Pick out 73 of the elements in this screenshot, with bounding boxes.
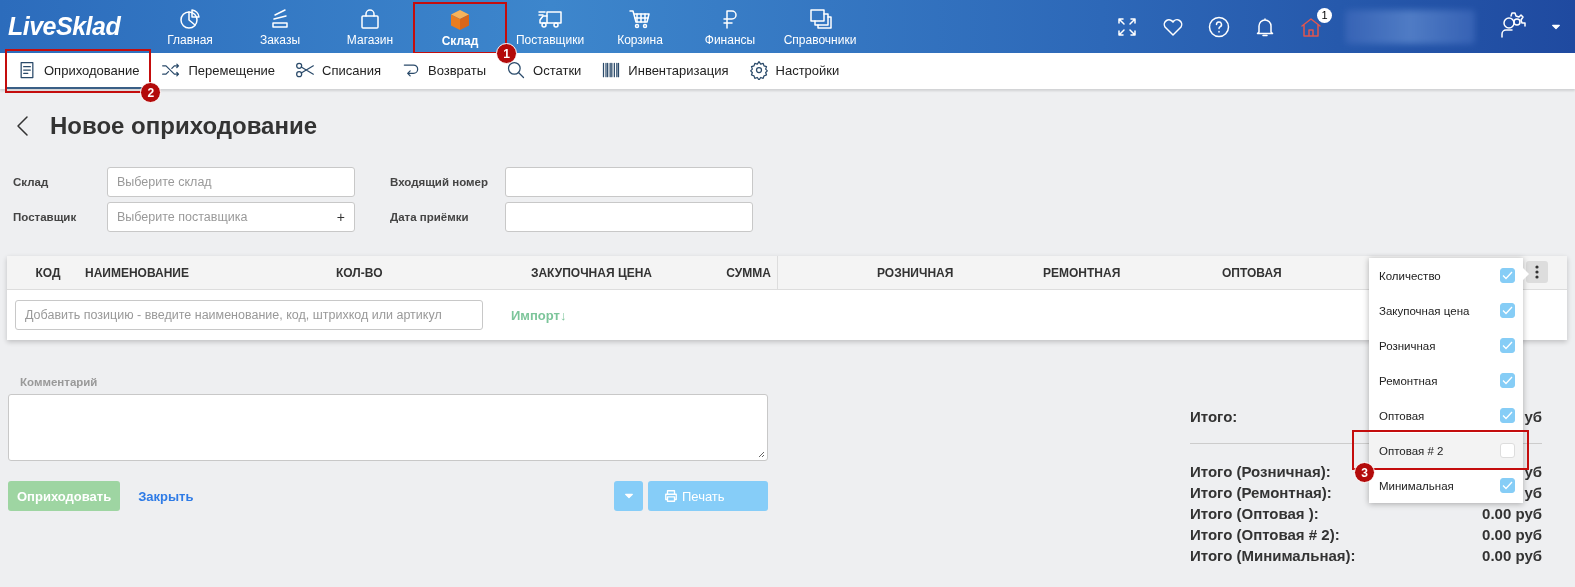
nav-tab[interactable]: Заказы: [235, 0, 325, 53]
total-value: 0.00 руб: [1482, 504, 1542, 524]
total-label: Итого:: [1190, 407, 1238, 427]
more-icon[interactable]: [1526, 261, 1548, 283]
subnav-tab[interactable]: Возвраты: [391, 53, 497, 89]
field-label: Склад: [13, 176, 50, 188]
search-icon: [506, 60, 527, 80]
menu-item[interactable]: Закупочная цена: [1369, 293, 1523, 328]
caret-icon: [623, 491, 634, 501]
subnav-tab[interactable]: Настройки: [738, 53, 850, 89]
close-link[interactable]: Закрыть: [132, 487, 200, 505]
checkbox[interactable]: [1500, 338, 1515, 353]
total-value: 0.00 руб: [1482, 546, 1542, 566]
column-header: НАИМЕНОВАНИЕ: [84, 264, 190, 282]
checkbox[interactable]: [1500, 443, 1515, 458]
nav-tab[interactable]: Главная: [145, 0, 235, 53]
nav-tab[interactable]: Финансы: [685, 0, 775, 53]
barcode-icon: [601, 60, 622, 80]
column-header: РЕМОНТНАЯ: [1043, 264, 1122, 282]
windows-icon: [808, 6, 832, 31]
step-badge: 2: [140, 82, 162, 103]
total-label: Итого (Минимальная):: [1190, 546, 1356, 566]
column-header: РОЗНИЧНАЯ: [876, 264, 955, 282]
column-header: КОЛ-ВО: [335, 264, 384, 282]
checkbox[interactable]: [1500, 303, 1515, 318]
checkbox[interactable]: [1500, 373, 1515, 388]
column-header: ЗАКУПОЧНАЯ ЦЕНА: [529, 264, 653, 282]
nav-tab[interactable]: Корзина: [595, 0, 685, 53]
total-label: Итого (Оптовая # 2):: [1190, 525, 1340, 545]
menu-item[interactable]: Количество: [1369, 258, 1523, 293]
menu-item[interactable]: Оптовая: [1369, 398, 1523, 433]
total-label: Итого (Оптовая ):: [1190, 504, 1319, 524]
comment-field[interactable]: [8, 394, 768, 461]
field-label: Комментарий: [19, 375, 99, 388]
page-title: Новое оприходование: [50, 112, 318, 140]
nav-tab[interactable]: Справочники: [775, 0, 865, 53]
input-field[interactable]: Выберите поставщика +: [107, 202, 355, 232]
dropdown-button[interactable]: [614, 481, 643, 511]
subnav-tab[interactable]: Списания: [285, 53, 391, 89]
menu-item[interactable]: Ремонтная: [1369, 363, 1523, 398]
total-label: Итого (Ремонтная):: [1190, 483, 1332, 503]
total-label: Итого (Розничная):: [1190, 462, 1331, 482]
checkbox[interactable]: [1500, 478, 1515, 493]
step-badge: 3: [1354, 462, 1375, 483]
logo[interactable]: LiveSklad: [0, 0, 145, 53]
checkbox[interactable]: [1500, 268, 1515, 283]
input-field[interactable]: [505, 167, 753, 197]
field-label: Входящий номер: [390, 176, 489, 188]
settings-icon: [748, 60, 769, 80]
box-icon: [448, 8, 472, 32]
input-field[interactable]: [505, 202, 753, 232]
total-value: уб: [1524, 462, 1542, 482]
scissors-icon: [295, 60, 316, 80]
menu-item[interactable]: Оптовая # 2: [1369, 433, 1523, 468]
nav-tab[interactable]: Магазин: [325, 0, 415, 53]
field-label: Поставщик: [13, 211, 78, 223]
column-header: ОПТОВАЯ: [1222, 264, 1283, 282]
subnav-tab[interactable]: Инвентаризация: [591, 53, 739, 89]
help-icon: [1207, 14, 1231, 39]
checkbox[interactable]: [1500, 408, 1515, 423]
nav-tab[interactable]: Склад: [415, 4, 505, 52]
column-header: КОД: [34, 264, 62, 282]
total-value: 0.00 руб: [1482, 525, 1542, 545]
total-value: уб: [1524, 483, 1542, 503]
column-header: СУММА: [657, 256, 778, 289]
resize-grip-icon[interactable]: [758, 451, 765, 458]
printer-icon: [664, 489, 678, 503]
bag-icon: [358, 6, 382, 31]
field-label: Дата приёмки: [390, 211, 470, 223]
pie-chart-icon: [178, 6, 202, 31]
total-value: уб: [1524, 407, 1542, 427]
notification-badge: 1: [1317, 7, 1332, 23]
menu-item[interactable]: Розничная: [1369, 328, 1523, 363]
